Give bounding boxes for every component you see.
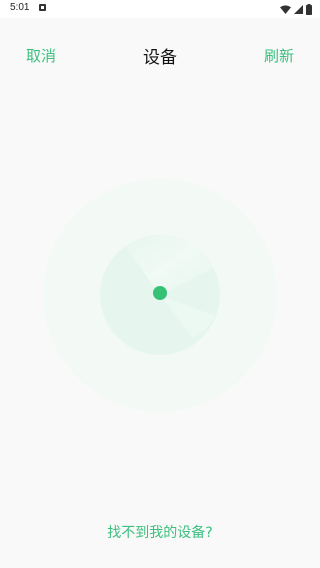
signal-icon bbox=[294, 4, 303, 14]
header: 取消 设备 刷新 bbox=[0, 18, 320, 88]
wifi-icon bbox=[280, 4, 291, 14]
radar-scanner bbox=[43, 178, 277, 412]
status-bar: 5:01 bbox=[0, 0, 320, 18]
status-icons bbox=[280, 3, 312, 15]
battery-icon bbox=[306, 3, 312, 15]
device-not-found-link[interactable]: 找不到我的设备? bbox=[0, 522, 320, 542]
notification-icon bbox=[39, 4, 46, 11]
radar-center-dot bbox=[153, 286, 167, 300]
device-scan-screen: 5:01 取消 设备 刷新 找不到我的设备? bbox=[0, 0, 320, 568]
refresh-button[interactable]: 刷新 bbox=[264, 45, 294, 66]
status-time: 5:01 bbox=[10, 2, 30, 13]
